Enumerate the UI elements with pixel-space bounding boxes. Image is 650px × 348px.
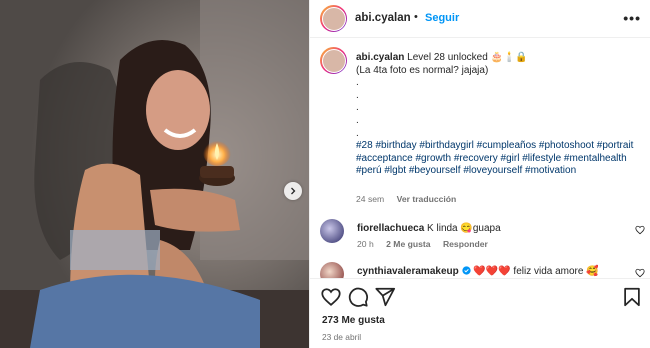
commenter-username[interactable]: fiorellachueca	[357, 223, 424, 234]
hashtag-link[interactable]: #28	[356, 140, 373, 151]
comment-time: 20 h	[357, 239, 374, 249]
hashtag-link[interactable]: #portrait	[597, 140, 634, 151]
reply-button[interactable]: Responder	[443, 239, 488, 249]
caption-username[interactable]: abi.cyalan	[356, 52, 404, 63]
bookmark-icon[interactable]	[621, 286, 643, 308]
caption-meta: 24 sem Ver traducción	[356, 194, 456, 204]
caption-text-line2: (La 4ta foto es normal? jajaja)	[356, 64, 489, 76]
hashtag-link[interactable]: #girl	[501, 153, 520, 164]
post-date: 23 de abril	[322, 332, 362, 342]
comment-text: ❤️❤️❤️ feliz vida amore 🥰	[473, 266, 599, 277]
comment-heart-icon[interactable]	[635, 268, 645, 278]
commenter-avatar[interactable]	[320, 262, 344, 278]
post-actions: 273 Me gusta 23 de abril	[310, 278, 650, 348]
comment-text-row: fiorellachueca K linda 😋guapa	[357, 223, 501, 234]
caption-dot: .	[356, 89, 359, 101]
likes-count[interactable]: 273 Me gusta	[322, 315, 385, 326]
comment-meta: 20 h 2 Me gusta Responder	[357, 239, 498, 249]
caption-hashtags: #28 #birthday #birthdaygirl #cumpleaños …	[356, 140, 641, 178]
hashtag-link[interactable]: #motivation	[525, 165, 576, 176]
comment-text: K linda 😋guapa	[427, 223, 501, 234]
comment-icon[interactable]	[347, 286, 369, 308]
comment-heart-icon[interactable]	[635, 225, 645, 235]
translate-button[interactable]: Ver traducción	[397, 194, 457, 204]
caption-dot: .	[356, 114, 359, 126]
follow-button[interactable]: Seguir	[425, 12, 459, 24]
hashtag-link[interactable]: #lgbt	[384, 165, 406, 176]
commenter-avatar[interactable]	[320, 219, 344, 243]
hashtag-link[interactable]: #perú	[356, 165, 382, 176]
commenter-username[interactable]: cynthiavaleramakeup	[357, 266, 459, 277]
post-photo	[0, 0, 309, 348]
caption-dot: .	[356, 102, 359, 114]
verified-badge-icon	[461, 266, 471, 275]
caption-avatar[interactable]	[320, 47, 347, 74]
hashtag-link[interactable]: #beyourself	[409, 165, 461, 176]
heart-icon[interactable]	[320, 286, 342, 308]
hashtag-link[interactable]: #growth	[416, 153, 452, 164]
hashtag-link[interactable]: #photoshoot	[539, 140, 594, 151]
hashtag-link[interactable]: #acceptance	[356, 153, 413, 164]
photo-illustration	[0, 0, 309, 348]
next-photo-button[interactable]	[284, 182, 302, 200]
caption-text-line1: Level 28 unlocked 🎂🕯️🔒	[407, 52, 528, 63]
hashtag-link[interactable]: #lifestyle	[522, 153, 561, 164]
post-caption: abi.cyalan Level 28 unlocked 🎂🕯️🔒 (La 4t…	[356, 52, 641, 178]
hashtag-link[interactable]: #loveyourself	[463, 165, 522, 176]
post-header: abi.cyalan • Seguir •••	[310, 0, 650, 38]
hashtag-link[interactable]: #cumpleaños	[477, 140, 536, 151]
share-icon[interactable]	[374, 286, 396, 308]
comment-text-row: cynthiavaleramakeup ❤️❤️❤️ feliz vida am…	[357, 266, 599, 277]
separator-dot: •	[414, 11, 418, 23]
caption-dot: .	[356, 77, 359, 89]
comment-item: cynthiavaleramakeup ❤️❤️❤️ feliz vida am…	[320, 262, 645, 278]
chevron-right-icon	[291, 187, 296, 195]
hashtag-link[interactable]: #birthday	[375, 140, 416, 151]
hashtag-link[interactable]: #birthdaygirl	[419, 140, 473, 151]
post-side-panel: abi.cyalan • Seguir ••• abi.cyalan Level…	[309, 0, 650, 348]
hashtag-link[interactable]: #mentalhealth	[564, 153, 627, 164]
comment-item: fiorellachueca K linda 😋guapa 20 h 2 Me …	[320, 219, 645, 249]
caption-time: 24 sem	[356, 194, 385, 204]
author-avatar[interactable]	[320, 5, 347, 32]
author-username[interactable]: abi.cyalan	[355, 12, 411, 24]
caption-dot: .	[356, 127, 359, 139]
more-options-button[interactable]: •••	[623, 10, 641, 26]
hashtag-link[interactable]: #recovery	[454, 153, 498, 164]
comment-likes[interactable]: 2 Me gusta	[386, 239, 430, 249]
